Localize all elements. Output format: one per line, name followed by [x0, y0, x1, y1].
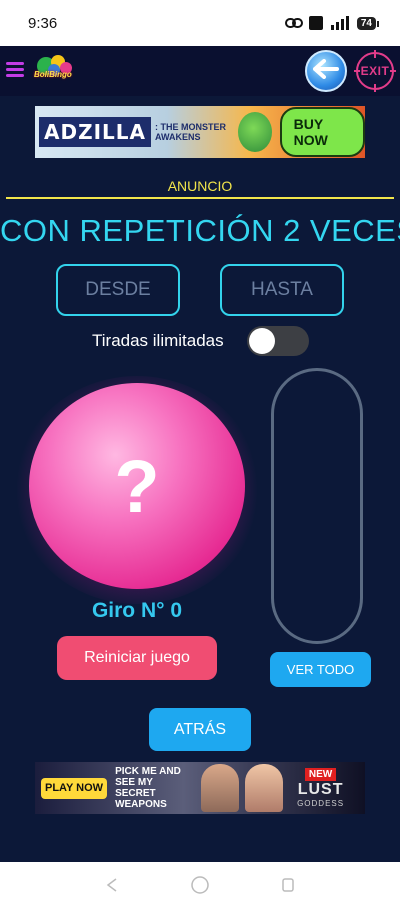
menu-icon[interactable] — [6, 59, 24, 81]
logo-text: BoliBingo — [34, 70, 72, 79]
ad-brand: ADZILLA — [39, 117, 151, 147]
ad-game-subtitle: GODDESS — [297, 799, 345, 808]
unlimited-spins-row: Tiradas ilimitadas — [0, 326, 400, 356]
ad-banner-top[interactable]: ADZILLA : THE MONSTER AWAKENS BUY NOW — [35, 106, 365, 158]
back-button[interactable]: ATRÁS — [149, 708, 251, 751]
mode-title: CON REPETICIÓN 2 VECES — [0, 213, 400, 248]
view-all-button[interactable]: VER TODO — [270, 652, 371, 687]
bingo-ball[interactable]: ? — [29, 383, 245, 589]
nav-home-icon[interactable] — [190, 875, 210, 900]
ad-mascot-image — [237, 112, 272, 152]
spin-counter: Giro N° 0 — [91, 599, 183, 622]
ad-character-image — [201, 764, 240, 812]
unlimited-spins-label: Tiradas ilimitadas — [92, 331, 224, 350]
ad-label: ANUNCIO — [167, 178, 233, 194]
ad-divider — [6, 197, 394, 199]
app-logo: BoliBingo — [32, 52, 76, 86]
signal-icon — [329, 16, 351, 30]
range-to-field[interactable]: HASTA — [220, 264, 344, 316]
volte-icon — [308, 16, 323, 30]
nav-recents-icon[interactable] — [280, 877, 296, 898]
battery-icon: 74 — [356, 16, 380, 30]
nav-back-icon[interactable] — [104, 877, 120, 898]
system-nav-bar — [0, 862, 400, 912]
arrow-left-icon — [313, 58, 339, 84]
back-arrow-button[interactable] — [305, 50, 347, 92]
exit-label: EXIT — [360, 64, 390, 78]
unlimited-spins-toggle[interactable] — [247, 326, 309, 356]
ad-game-title: LUST — [297, 781, 344, 798]
link-icon — [284, 17, 303, 29]
ad-tagline: : THE MONSTER AWAKENS — [155, 122, 226, 142]
ad-play-now-button[interactable]: PLAY NOW — [41, 777, 108, 799]
range-to-placeholder: HASTA — [251, 279, 313, 300]
ad-new-badge: NEW — [304, 768, 337, 781]
range-from-field[interactable]: DESDE — [56, 264, 180, 316]
app-bar: BoliBingo EXIT — [0, 46, 400, 96]
ad-pitch-text: PICK ME AND SEE MY SECRET WEAPONS — [115, 766, 181, 810]
toggle-knob — [249, 328, 275, 354]
ad-game-logo: NEW LUST GODDESS — [297, 768, 344, 808]
ad-cta-button[interactable]: BUY NOW — [279, 107, 365, 157]
ad-banner-bottom[interactable]: PLAY NOW PICK ME AND SEE MY SECRET WEAPO… — [35, 762, 365, 814]
drawn-numbers-panel — [271, 368, 363, 644]
status-icons: 74 — [284, 16, 380, 30]
status-bar: 9:36 74 — [0, 0, 400, 46]
clock: 9:36 — [28, 14, 58, 32]
exit-button[interactable]: EXIT — [354, 50, 396, 92]
reset-game-button[interactable]: Reiniciar juego — [57, 636, 217, 680]
range-from-placeholder: DESDE — [85, 279, 151, 300]
ad-character-image — [245, 764, 284, 812]
ball-symbol: ? — [114, 444, 160, 528]
